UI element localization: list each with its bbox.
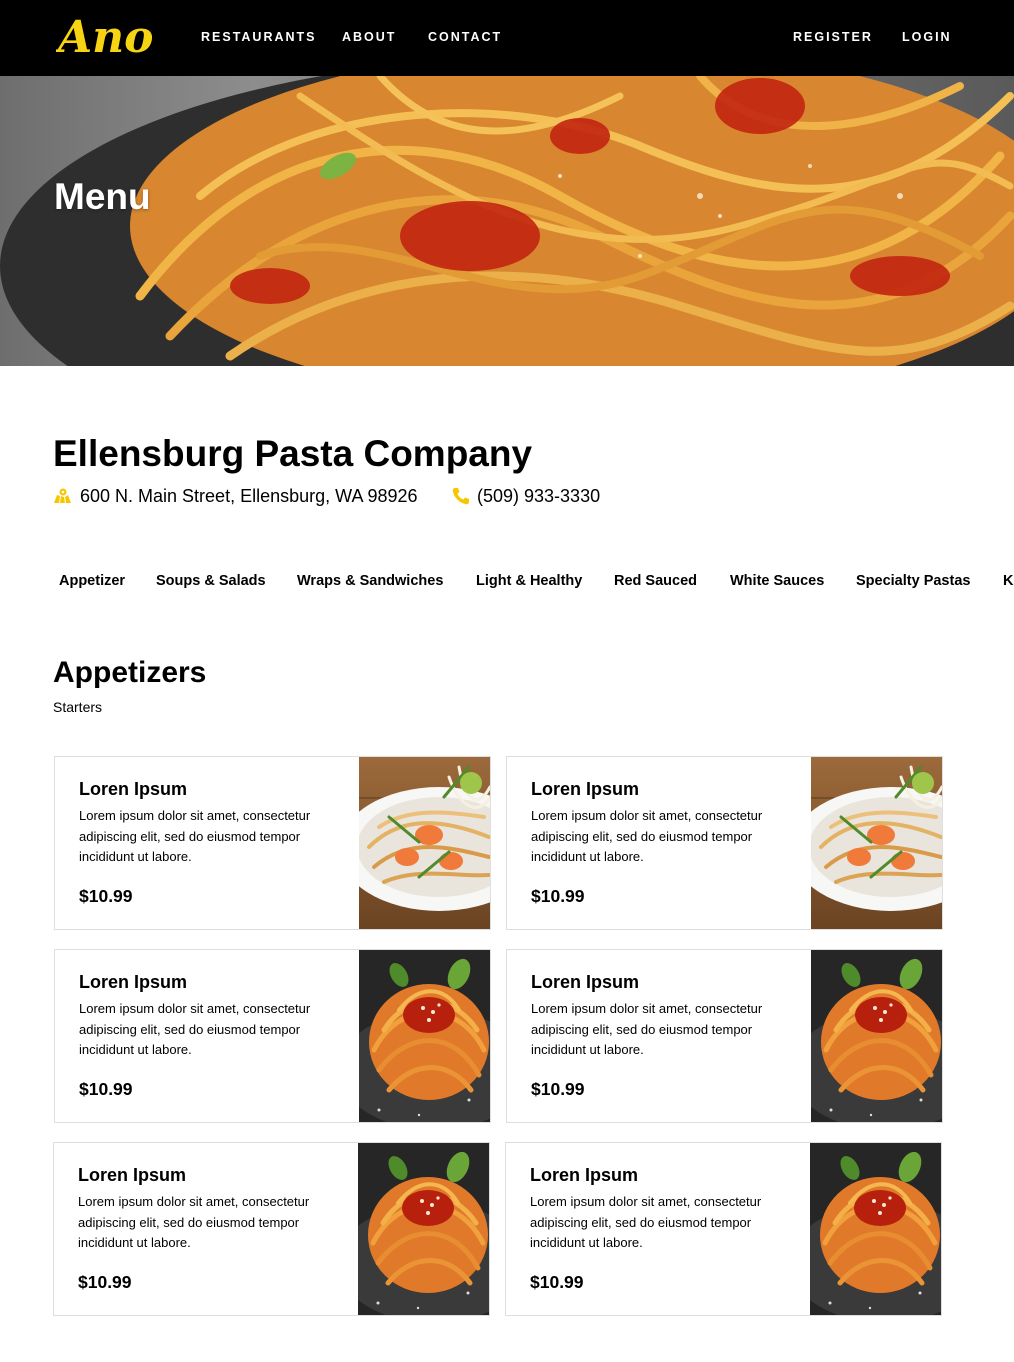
pad-thai-photo [811,757,942,929]
logo-text: Ano [56,12,153,60]
tab-specialty-pastas[interactable]: Specialty Pastas [856,573,970,589]
menu-item-description: Lorem ipsum dolor sit amet, consectetur … [78,1194,310,1250]
nav-contact-link[interactable]: CONTACT [428,30,502,44]
address-text: 600 N. Main Street, Ellensburg, WA 98926 [80,485,418,506]
menu-item-price: $10.99 [78,1272,132,1292]
menu-item-description: Lorem ipsum dolor sit amet, consectetur … [531,1001,763,1057]
brand-logo[interactable]: Ano [54,10,164,63]
restaurant-name: Ellensburg Pasta Company [53,433,533,474]
nav-about-link[interactable]: ABOUT [342,30,396,44]
tab-white-sauces[interactable]: White Sauces [730,573,824,589]
section-subtitle: Starters [53,699,103,715]
section-title: Appetizers [53,656,207,689]
menu-item-title: Loren Ipsum [79,779,188,799]
menu-item-price: $10.99 [531,1079,585,1099]
menu-item-price: $10.99 [79,1079,133,1099]
menu-item-description: Lorem ipsum dolor sit amet, consectetur … [79,1001,311,1057]
menu-item-title: Loren Ipsum [531,779,640,799]
pad-thai-photo [359,757,490,929]
tab-red-sauced[interactable]: Red Sauced [614,573,697,589]
menu-item-title: Loren Ipsum [530,1165,639,1185]
menu-item-title: Loren Ipsum [79,972,188,992]
hero-banner: Menu [0,76,1014,366]
menu-item-card[interactable]: Loren Ipsum Lorem ipsum dolor sit amet, … [506,756,943,930]
nav-register-link[interactable]: REGISTER [793,30,873,44]
top-navigation: Ano RESTAURANTS ABOUT CONTACT REGISTER L… [0,0,1014,76]
menu-item-card[interactable]: Loren Ipsum Lorem ipsum dolor sit amet, … [54,756,491,930]
menu-item-card[interactable]: Loren Ipsum Lorem ipsum dolor sit amet, … [505,1142,942,1316]
phone-icon [452,488,469,505]
menu-item-description: Lorem ipsum dolor sit amet, consectetur … [530,1194,762,1250]
nav-restaurants-link[interactable]: RESTAURANTS [201,30,317,44]
menu-item-price: $10.99 [531,886,585,906]
spaghetti-photo [810,1143,941,1315]
menu-item-price: $10.99 [530,1272,584,1292]
restaurant-address: 600 N. Main Street, Ellensburg, WA 98926 [53,484,418,508]
tab-light-healthy[interactable]: Light & Healthy [476,573,582,589]
tab-soups-salads[interactable]: Soups & Salads [156,573,266,589]
menu-item-title: Loren Ipsum [78,1165,187,1185]
spaghetti-photo [359,950,490,1122]
menu-item-description: Lorem ipsum dolor sit amet, consectetur … [531,808,763,864]
tab-overflow-partial[interactable]: K [1003,573,1013,589]
menu-item-card[interactable]: Loren Ipsum Lorem ipsum dolor sit amet, … [54,949,491,1123]
hero-title: Menu [54,176,151,217]
restaurant-phone[interactable]: (509) 933-3330 [452,484,600,508]
tab-appetizer[interactable]: Appetizer [59,573,125,589]
menu-item-price: $10.99 [79,886,133,906]
hero-spaghetti-image [0,76,1014,366]
spaghetti-photo [811,950,942,1122]
spaghetti-photo [358,1143,489,1315]
tab-wraps-sandwiches[interactable]: Wraps & Sandwiches [297,573,443,589]
phone-text: (509) 933-3330 [477,485,601,506]
menu-item-description: Lorem ipsum dolor sit amet, consectetur … [79,808,311,864]
menu-item-card[interactable]: Loren Ipsum Lorem ipsum dolor sit amet, … [53,1142,490,1316]
map-pin-icon [54,488,71,503]
menu-item-title: Loren Ipsum [531,972,640,992]
menu-item-card[interactable]: Loren Ipsum Lorem ipsum dolor sit amet, … [506,949,943,1123]
nav-login-link[interactable]: LOGIN [902,30,952,44]
